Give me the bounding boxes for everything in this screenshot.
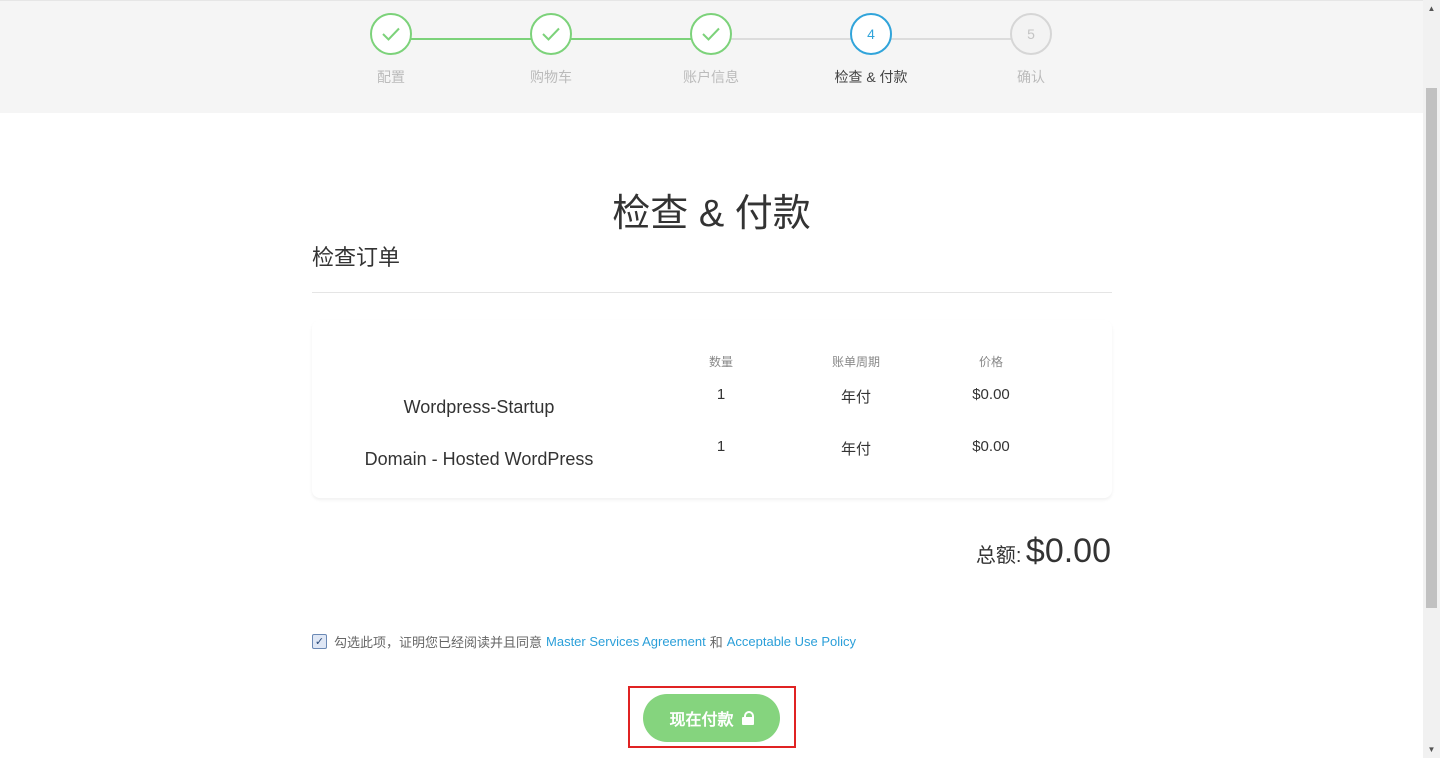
check-icon: [530, 13, 572, 55]
total-value: $0.00: [1025, 532, 1111, 570]
order-total: 总额: $0.00: [976, 532, 1111, 571]
step-account-info[interactable]: 账户信息: [651, 13, 771, 87]
order-item-qty: 1: [716, 386, 726, 403]
step-number: 5: [1010, 13, 1052, 55]
column-header-billing-cycle: 账单周期: [831, 355, 880, 369]
divider: [312, 292, 1112, 293]
page-title: 检查 & 付款: [612, 193, 811, 235]
section-title: 检查订单: [312, 245, 401, 270]
order-item-price: $0.00: [972, 386, 1010, 403]
step-cart[interactable]: 购物车: [491, 13, 611, 87]
total-label: 总额:: [975, 545, 1022, 567]
terms-checkbox[interactable]: ✓: [312, 634, 327, 649]
order-item-cycle: 年付: [840, 389, 871, 406]
scroll-down-arrow-icon[interactable]: ▼: [1423, 741, 1440, 758]
column-header-qty: 数量: [708, 355, 733, 369]
step-number: 4: [850, 13, 892, 55]
acceptable-use-policy-link[interactable]: Acceptable Use Policy: [727, 634, 856, 649]
terms-text: 勾选此项，证明您已经阅读并且同意: [334, 635, 543, 650]
check-icon: [370, 13, 412, 55]
check-icon: [690, 13, 732, 55]
step-confirm: 5 确认: [971, 13, 1091, 87]
step-review-payment: 4 检查 & 付款: [811, 13, 931, 87]
order-item-cycle: 年付: [840, 441, 871, 458]
step-config[interactable]: 配置: [331, 13, 451, 87]
terms-and-text: 和: [709, 635, 723, 650]
order-item-name: Domain - Hosted WordPress: [364, 449, 594, 469]
step-label: 检查 & 付款: [834, 69, 908, 85]
order-item-price: $0.00: [972, 438, 1010, 455]
order-item-qty: 1: [716, 438, 726, 455]
order-item-name: Wordpress-Startup: [403, 397, 555, 417]
highlight-box: [628, 686, 796, 748]
step-label: 配置: [377, 69, 405, 85]
step-label: 账户信息: [683, 69, 739, 85]
step-label: 确认: [1017, 69, 1045, 85]
scroll-up-arrow-icon[interactable]: ▲: [1423, 0, 1440, 17]
column-header-price: 价格: [978, 355, 1003, 369]
master-services-agreement-link[interactable]: Master Services Agreement: [546, 634, 706, 649]
page-scrollbar[interactable]: ▲ ▼: [1423, 0, 1440, 758]
step-label: 购物车: [530, 69, 572, 85]
terms-agreement: ✓ 勾选此项，证明您已经阅读并且同意 Master Services Agree…: [312, 632, 860, 651]
scrollbar-thumb[interactable]: [1426, 88, 1437, 608]
checkout-progress: 配置 购物车 账户信息 4 检查 & 付款 5 确认: [0, 0, 1423, 113]
